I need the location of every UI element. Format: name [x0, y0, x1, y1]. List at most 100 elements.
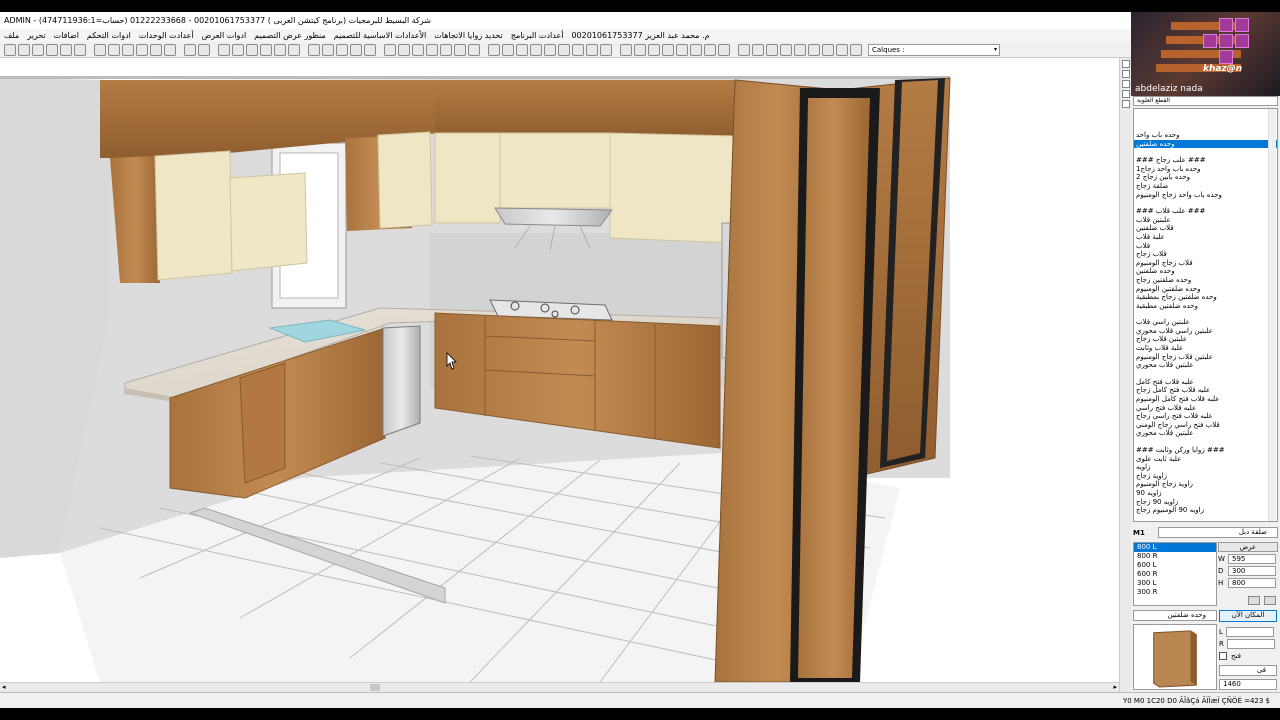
- toolbar-tool-icon-57[interactable]: [850, 43, 862, 56]
- finish-select[interactable]: فى: [1219, 665, 1277, 676]
- toolbar-tool-icon-48[interactable]: [718, 43, 730, 56]
- list-item[interactable]: قلاب: [1134, 242, 1277, 251]
- list-item[interactable]: قلاب فتح راسي زجاج الومني: [1134, 421, 1277, 430]
- toolbar-tool-icon-42[interactable]: [634, 43, 646, 56]
- toolbar-tool-icon-41[interactable]: [620, 43, 632, 56]
- toolbar-tool-icon-35[interactable]: [530, 43, 542, 56]
- list-item[interactable]: زاوية زجاج الومنيوم: [1134, 480, 1277, 489]
- size-item[interactable]: 300 L: [1134, 579, 1216, 588]
- strip-button-1[interactable]: [1121, 60, 1130, 68]
- toolbar-tool-icon-44[interactable]: [662, 43, 674, 56]
- toolbar-tool-icon-3[interactable]: [46, 43, 58, 56]
- strip-button-5[interactable]: [1121, 100, 1130, 108]
- toolbar-tool-icon-12[interactable]: [184, 43, 196, 56]
- list-item[interactable]: علبه قلاب فتح راسي: [1134, 404, 1277, 413]
- menu-item-4[interactable]: أعدادت الوحدات: [139, 31, 194, 40]
- place-now-button[interactable]: المكان الآن: [1219, 610, 1277, 622]
- list-item[interactable]: وحده ضلفتين زجاج: [1134, 276, 1277, 285]
- toolbar-tool-icon-7[interactable]: [108, 43, 120, 56]
- size-item[interactable]: 600 L: [1134, 561, 1216, 570]
- list-item[interactable]: وحده باب واحد زجاج الومنيوم: [1134, 191, 1277, 200]
- 3d-viewport[interactable]: [0, 58, 1119, 682]
- strip-button-2[interactable]: [1121, 70, 1130, 78]
- depth-field[interactable]: 300: [1228, 566, 1276, 576]
- list-item[interactable]: علبتين راسي قلاب: [1134, 318, 1277, 327]
- list-item[interactable]: علبتين قلاب: [1134, 216, 1277, 225]
- size-item[interactable]: 600 R: [1134, 570, 1216, 579]
- list-item[interactable]: وحده ضلفتين الومنيوم: [1134, 285, 1277, 294]
- list-item[interactable]: ### علب زجاج ###: [1134, 156, 1277, 165]
- toolbar-tool-icon-9[interactable]: [136, 43, 148, 56]
- list-item[interactable]: قلاب ضلفتين: [1134, 224, 1277, 233]
- copy-icon[interactable]: [1264, 596, 1276, 605]
- toolbar-tool-icon-20[interactable]: [308, 43, 320, 56]
- toolbar-tool-icon-10[interactable]: [150, 43, 162, 56]
- list-item[interactable]: زاويه 90 الومنيوم زجاج: [1134, 506, 1277, 515]
- size-item[interactable]: 800 R: [1134, 552, 1216, 561]
- width-field[interactable]: 595: [1228, 554, 1276, 564]
- toolbar-tool-icon-18[interactable]: [274, 43, 286, 56]
- menu-item-5[interactable]: ادوات العرض: [202, 31, 247, 40]
- menu-item-6[interactable]: منظور عرض التصميم: [254, 31, 326, 40]
- calques-select[interactable]: Calques : ▾: [868, 43, 1000, 56]
- toolbar-tool-icon-22[interactable]: [336, 43, 348, 56]
- toolbar-tool-icon-13[interactable]: [198, 43, 210, 56]
- toolbar-tool-icon-25[interactable]: [384, 43, 396, 56]
- list-item[interactable]: قلاب زجاج: [1134, 250, 1277, 259]
- menu-item-9[interactable]: أعدادت البرنامج: [511, 31, 564, 40]
- list-item[interactable]: ### علب قلاب ###: [1134, 207, 1277, 216]
- toolbar-tool-icon-34[interactable]: [516, 43, 528, 56]
- list-item[interactable]: وحده ضلفتين زجاج بمطبقية: [1134, 293, 1277, 302]
- list-item[interactable]: زاويه 90 زجاج: [1134, 498, 1277, 507]
- toolbar-tool-icon-37[interactable]: [558, 43, 570, 56]
- toolbar-tool-icon-28[interactable]: [426, 43, 438, 56]
- right-field[interactable]: [1226, 639, 1275, 649]
- list-item[interactable]: زاوية زجاج: [1134, 472, 1277, 481]
- toolbar-tool-icon-5[interactable]: [74, 43, 86, 56]
- menu-item-7[interactable]: الأعدادات الاساسية للتصميم: [334, 31, 427, 40]
- toolbar-tool-icon-21[interactable]: [322, 43, 334, 56]
- toolbar-tool-icon-45[interactable]: [676, 43, 688, 56]
- menu-item-2[interactable]: اضافات: [54, 31, 79, 40]
- toolbar-tool-icon-2[interactable]: [32, 43, 44, 56]
- toolbar-tool-icon-32[interactable]: [488, 43, 500, 56]
- list-item[interactable]: زاويه: [1134, 463, 1277, 472]
- scroll-left-icon[interactable]: ◂: [2, 683, 6, 691]
- refresh-icon[interactable]: [1248, 596, 1260, 605]
- toolbar-tool-icon-15[interactable]: [232, 43, 244, 56]
- left-field[interactable]: [1225, 627, 1274, 637]
- scrollbar-thumb[interactable]: [370, 684, 380, 691]
- list-item[interactable]: قلاب زجاج الومنيوم: [1134, 259, 1277, 268]
- strip-button-3[interactable]: [1121, 80, 1130, 88]
- list-item[interactable]: علبه قلاب فتح كامل الومنيوم: [1134, 395, 1277, 404]
- toolbar-tool-icon-50[interactable]: [752, 43, 764, 56]
- toolbar-tool-icon-33[interactable]: [502, 43, 514, 56]
- menu-item-10[interactable]: م. محمد عبد العزيز 00201061753377: [571, 31, 709, 40]
- list-item[interactable]: علبة ثابت علوى: [1134, 455, 1277, 464]
- list-item[interactable]: وحده بابين زجاج 2: [1134, 173, 1277, 182]
- category-select[interactable]: القطع العلوية: [1133, 96, 1278, 106]
- list-item[interactable]: ضلفة زجاج: [1134, 182, 1277, 191]
- toolbar-tool-icon-30[interactable]: [454, 43, 466, 56]
- toolbar-tool-icon-55[interactable]: [822, 43, 834, 56]
- list-item[interactable]: علبتين قلاب زجاج الومنيوم: [1134, 353, 1277, 362]
- toolbar-tool-icon-1[interactable]: [18, 43, 30, 56]
- toolbar-tool-icon-46[interactable]: [690, 43, 702, 56]
- number-select[interactable]: 1460: [1219, 679, 1277, 690]
- toolbar-tool-icon-31[interactable]: [468, 43, 480, 56]
- toolbar-tool-icon-8[interactable]: [122, 43, 134, 56]
- toolbar-tool-icon-27[interactable]: [412, 43, 424, 56]
- toolbar-tool-icon-47[interactable]: [704, 43, 716, 56]
- toolbar-tool-icon-14[interactable]: [218, 43, 230, 56]
- scroll-right-icon[interactable]: ▸: [1113, 683, 1117, 691]
- catalog-list[interactable]: وحده باب واحد وحده ضلفتين ### علب زجاج ###…: [1133, 108, 1278, 522]
- size-list[interactable]: 800 L 800 R 600 L 600 R 300 L 300 R: [1133, 542, 1217, 606]
- toolbar-tool-icon-43[interactable]: [648, 43, 660, 56]
- toolbar-tool-icon-0[interactable]: [4, 43, 16, 56]
- height-field[interactable]: 800: [1228, 578, 1276, 588]
- menu-item-3[interactable]: ادوات التحكم: [87, 31, 131, 40]
- strip-button-4[interactable]: [1121, 90, 1130, 98]
- open-checkbox[interactable]: [1219, 652, 1227, 660]
- toolbar-tool-icon-6[interactable]: [94, 43, 106, 56]
- toolbar-tool-icon-19[interactable]: [288, 43, 300, 56]
